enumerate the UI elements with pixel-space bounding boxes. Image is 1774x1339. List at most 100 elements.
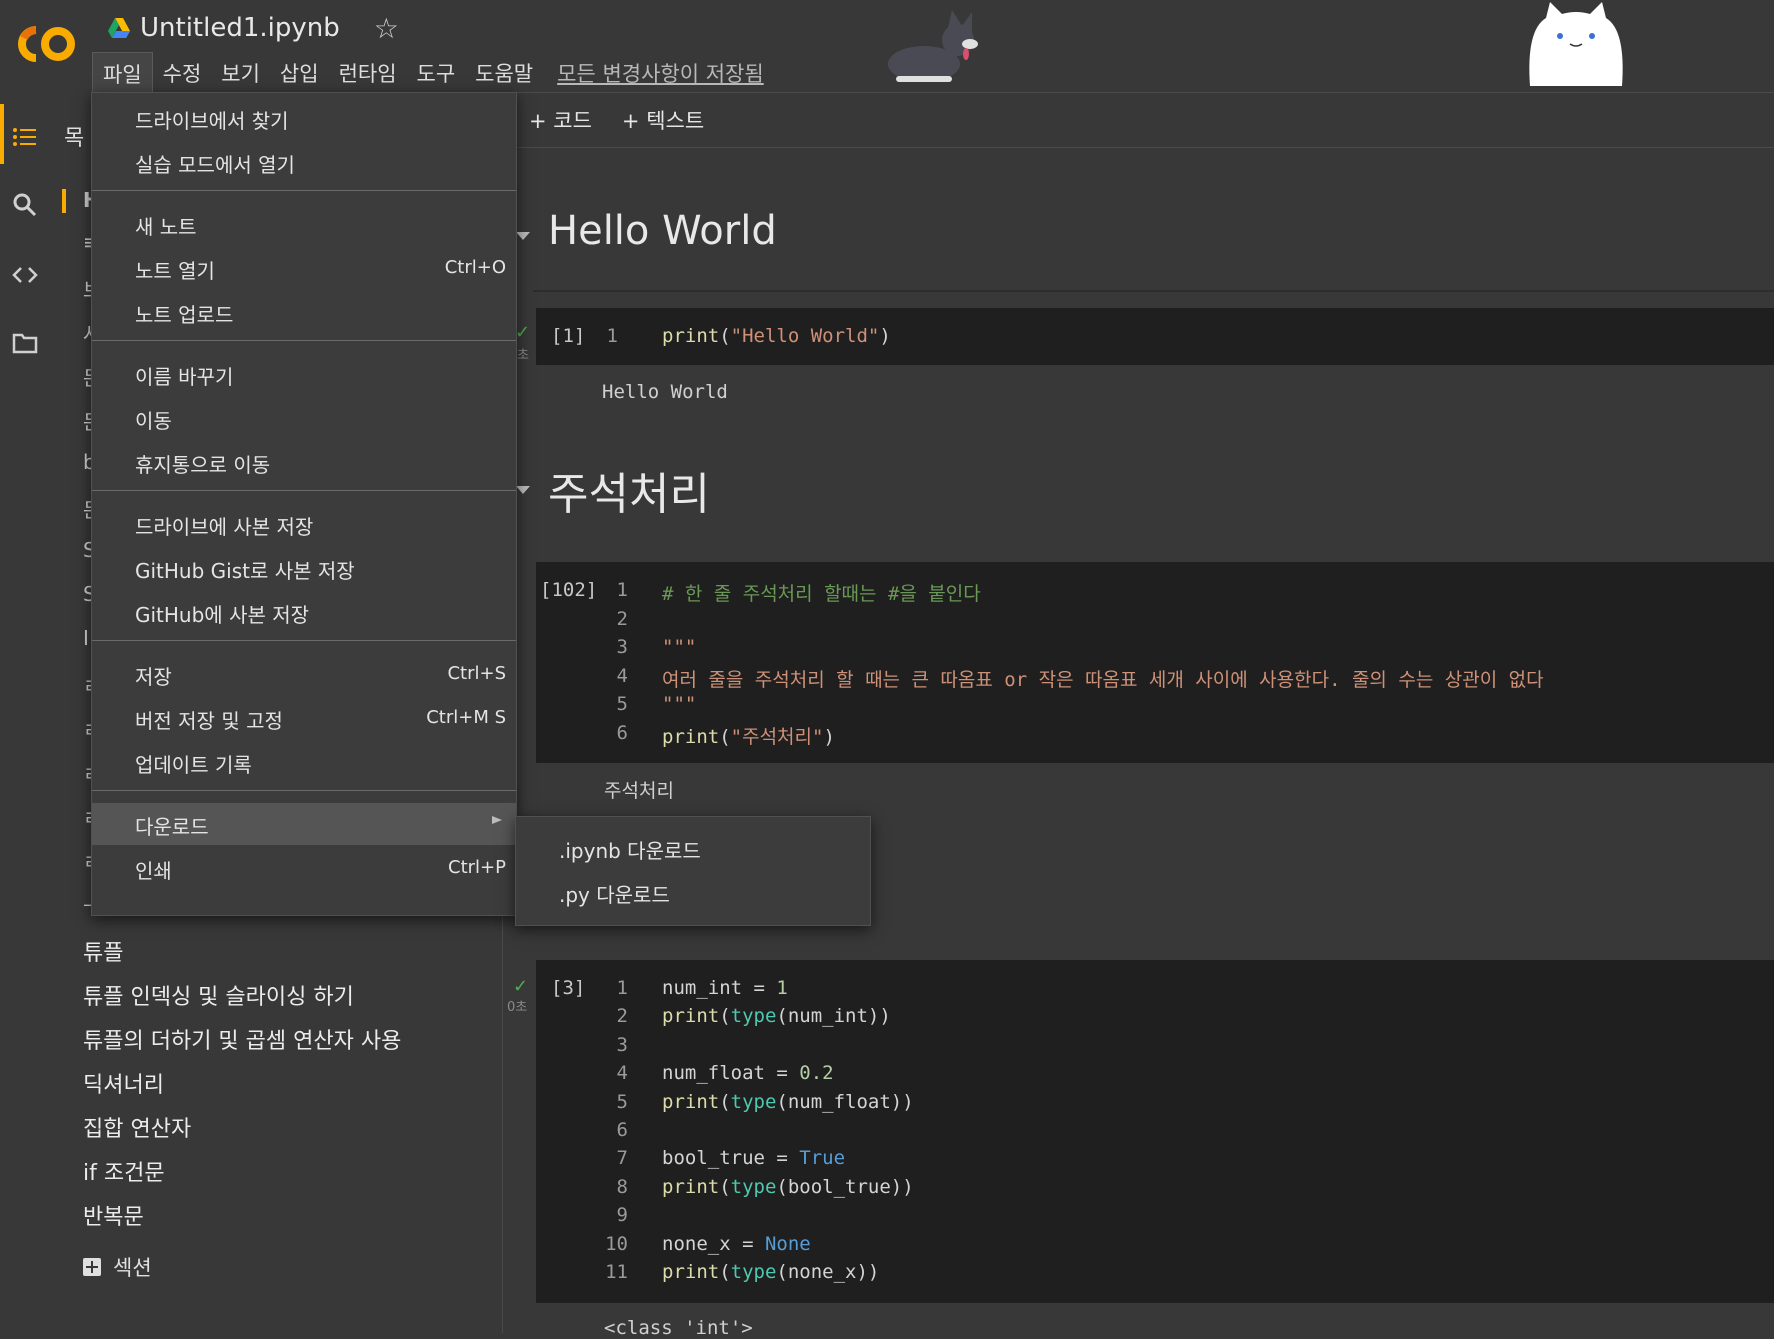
menu-item-download-ipynb[interactable]: .ipynb 다운로드: [516, 825, 870, 869]
menu-item[interactable]: 버전 저장 및 고정 Ctrl+M S: [92, 697, 516, 739]
code-line: """: [662, 693, 696, 715]
code-token: print: [662, 1175, 720, 1198]
line-number: 1: [606, 325, 618, 347]
code-token: type: [730, 1090, 777, 1113]
menu-item[interactable]: 휴지통으로 이동: [92, 441, 516, 483]
menu-divider: [92, 790, 516, 791]
menu-item-label: 다운로드: [135, 815, 209, 839]
code-token: """: [662, 636, 697, 658]
cell-output: Hello World: [602, 381, 728, 403]
line-number: 5: [616, 693, 628, 715]
toc-item[interactable]: 튜플의 더하기 및 곱셈 연산자 사용: [83, 1023, 401, 1055]
menu-item-download[interactable]: 다운로드: [92, 803, 516, 845]
line-number: 1: [616, 579, 628, 601]
line-number: 5: [616, 1090, 628, 1113]
toc-item[interactable]: 튜플 인덱싱 및 슬라이싱 하기: [83, 979, 354, 1011]
code-line: print(type(none_x)): [662, 1261, 879, 1283]
toc-list-icon[interactable]: [12, 124, 38, 150]
code-line: 여러 줄을 주석처리 할 때는 큰 따옴표 or 작은 따옴표 세개 사이에 사…: [662, 665, 1544, 692]
menu-edit[interactable]: 수정: [153, 52, 212, 92]
menu-item-download-py[interactable]: .py 다운로드: [516, 869, 870, 913]
add-code-button[interactable]: + 코드: [529, 105, 592, 135]
code-token: (: [719, 725, 731, 748]
collapse-arrow-icon[interactable]: [516, 232, 530, 240]
menu-item[interactable]: 이동: [92, 397, 516, 439]
save-status-link[interactable]: 모든 변경사항이 저장됨: [543, 52, 774, 92]
menu-item[interactable]: GitHub에 사본 저장: [92, 591, 516, 633]
menu-item-shortcut: Ctrl+P: [448, 857, 506, 878]
line-number: 7: [616, 1147, 628, 1170]
code-token: none_x =: [662, 1232, 765, 1255]
menu-item-label: 저장: [135, 665, 172, 689]
execution-count: [3]: [551, 977, 586, 999]
menu-item[interactable]: 드라이브에서 찾기: [92, 97, 516, 139]
menu-item[interactable]: 새 노트: [92, 203, 516, 245]
run-success-check-icon: ✓: [513, 976, 529, 997]
menu-insert[interactable]: 삽입: [270, 52, 329, 92]
code-token: print: [662, 1090, 720, 1113]
code-token: (: [719, 1175, 731, 1198]
section-heading: Hello World: [548, 208, 777, 254]
add-section-button[interactable]: 섹션: [83, 1252, 152, 1282]
line-number: 11: [605, 1261, 628, 1283]
code-token: print: [662, 1005, 720, 1028]
code-token: """: [662, 693, 697, 715]
notebook-title[interactable]: Untitled1.ipynb: [140, 13, 340, 43]
add-text-button[interactable]: + 텍스트: [622, 105, 704, 135]
menu-view[interactable]: 보기: [211, 52, 270, 92]
toc-item[interactable]: 반복문: [83, 1199, 144, 1231]
line-number: 6: [616, 721, 628, 744]
menu-item[interactable]: 노트 업로드: [92, 291, 516, 333]
menu-item[interactable]: 노트 열기 Ctrl+O: [92, 247, 516, 289]
menu-help[interactable]: 도움말: [465, 52, 543, 92]
code-line: """: [662, 636, 696, 658]
code-token: None: [764, 1232, 811, 1255]
menu-item[interactable]: GitHub Gist로 사본 저장: [92, 547, 516, 589]
menu-item-label: 드라이브에 사본 저장: [135, 515, 314, 539]
code-token: (bool_true)): [776, 1175, 914, 1198]
google-drive-icon[interactable]: [108, 18, 130, 38]
menu-item-shortcut: Ctrl+S: [447, 663, 506, 684]
code-token: 0.2: [799, 1062, 834, 1085]
code-token: "주석처리": [730, 725, 824, 748]
menu-item[interactable]: 인쇄 Ctrl+P: [92, 847, 516, 889]
code-token: type: [730, 1175, 777, 1198]
code-line: num_float = 0.2: [662, 1062, 834, 1084]
code-token: num_float =: [662, 1062, 800, 1085]
menu-item-shortcut: Ctrl+O: [444, 257, 506, 278]
toc-item[interactable]: 튜플: [83, 935, 123, 967]
toc-item[interactable]: 집합 연산자: [83, 1111, 191, 1143]
toc-item[interactable]: if 조건문: [83, 1155, 165, 1187]
menu-item[interactable]: 저장 Ctrl+S: [92, 653, 516, 695]
submenu-arrow-icon: [492, 816, 502, 824]
code-token: (none_x)): [776, 1261, 880, 1283]
colab-logo[interactable]: [14, 16, 78, 72]
code-token: True: [799, 1147, 846, 1170]
collapse-arrow-icon[interactable]: [516, 486, 530, 494]
line-number: 4: [616, 1062, 628, 1085]
notebook-toolbar: + 코드 + 텍스트: [503, 92, 1774, 148]
line-number: 2: [616, 607, 628, 630]
search-icon[interactable]: [12, 192, 38, 218]
exec-duration: 초: [517, 348, 529, 363]
code-token: ): [879, 325, 891, 347]
menu-file[interactable]: 파일: [92, 52, 153, 92]
menu-item[interactable]: 업데이트 기록: [92, 741, 516, 783]
menu-item[interactable]: 드라이브에 사본 저장: [92, 503, 516, 545]
toc-title: 목: [64, 126, 85, 151]
line-number: 9: [616, 1204, 628, 1227]
menu-tools[interactable]: 도구: [407, 52, 466, 92]
code-line: print(type(bool_true)): [662, 1176, 914, 1198]
star-icon[interactable]: ☆: [374, 12, 399, 45]
code-snippets-icon[interactable]: [12, 262, 38, 288]
folder-icon[interactable]: [12, 330, 38, 356]
menu-item[interactable]: 이름 바꾸기: [92, 353, 516, 395]
line-number: 3: [616, 636, 628, 658]
menu-item[interactable]: 실습 모드에서 열기: [92, 141, 516, 183]
menu-runtime[interactable]: 런타임: [329, 52, 407, 92]
code-token: (: [719, 1261, 731, 1283]
code-token: (num_float)): [776, 1090, 914, 1113]
toc-item[interactable]: 딕셔너리: [83, 1067, 164, 1099]
toc-item-partial[interactable]: I: [83, 626, 89, 650]
menu-divider: [92, 340, 516, 341]
